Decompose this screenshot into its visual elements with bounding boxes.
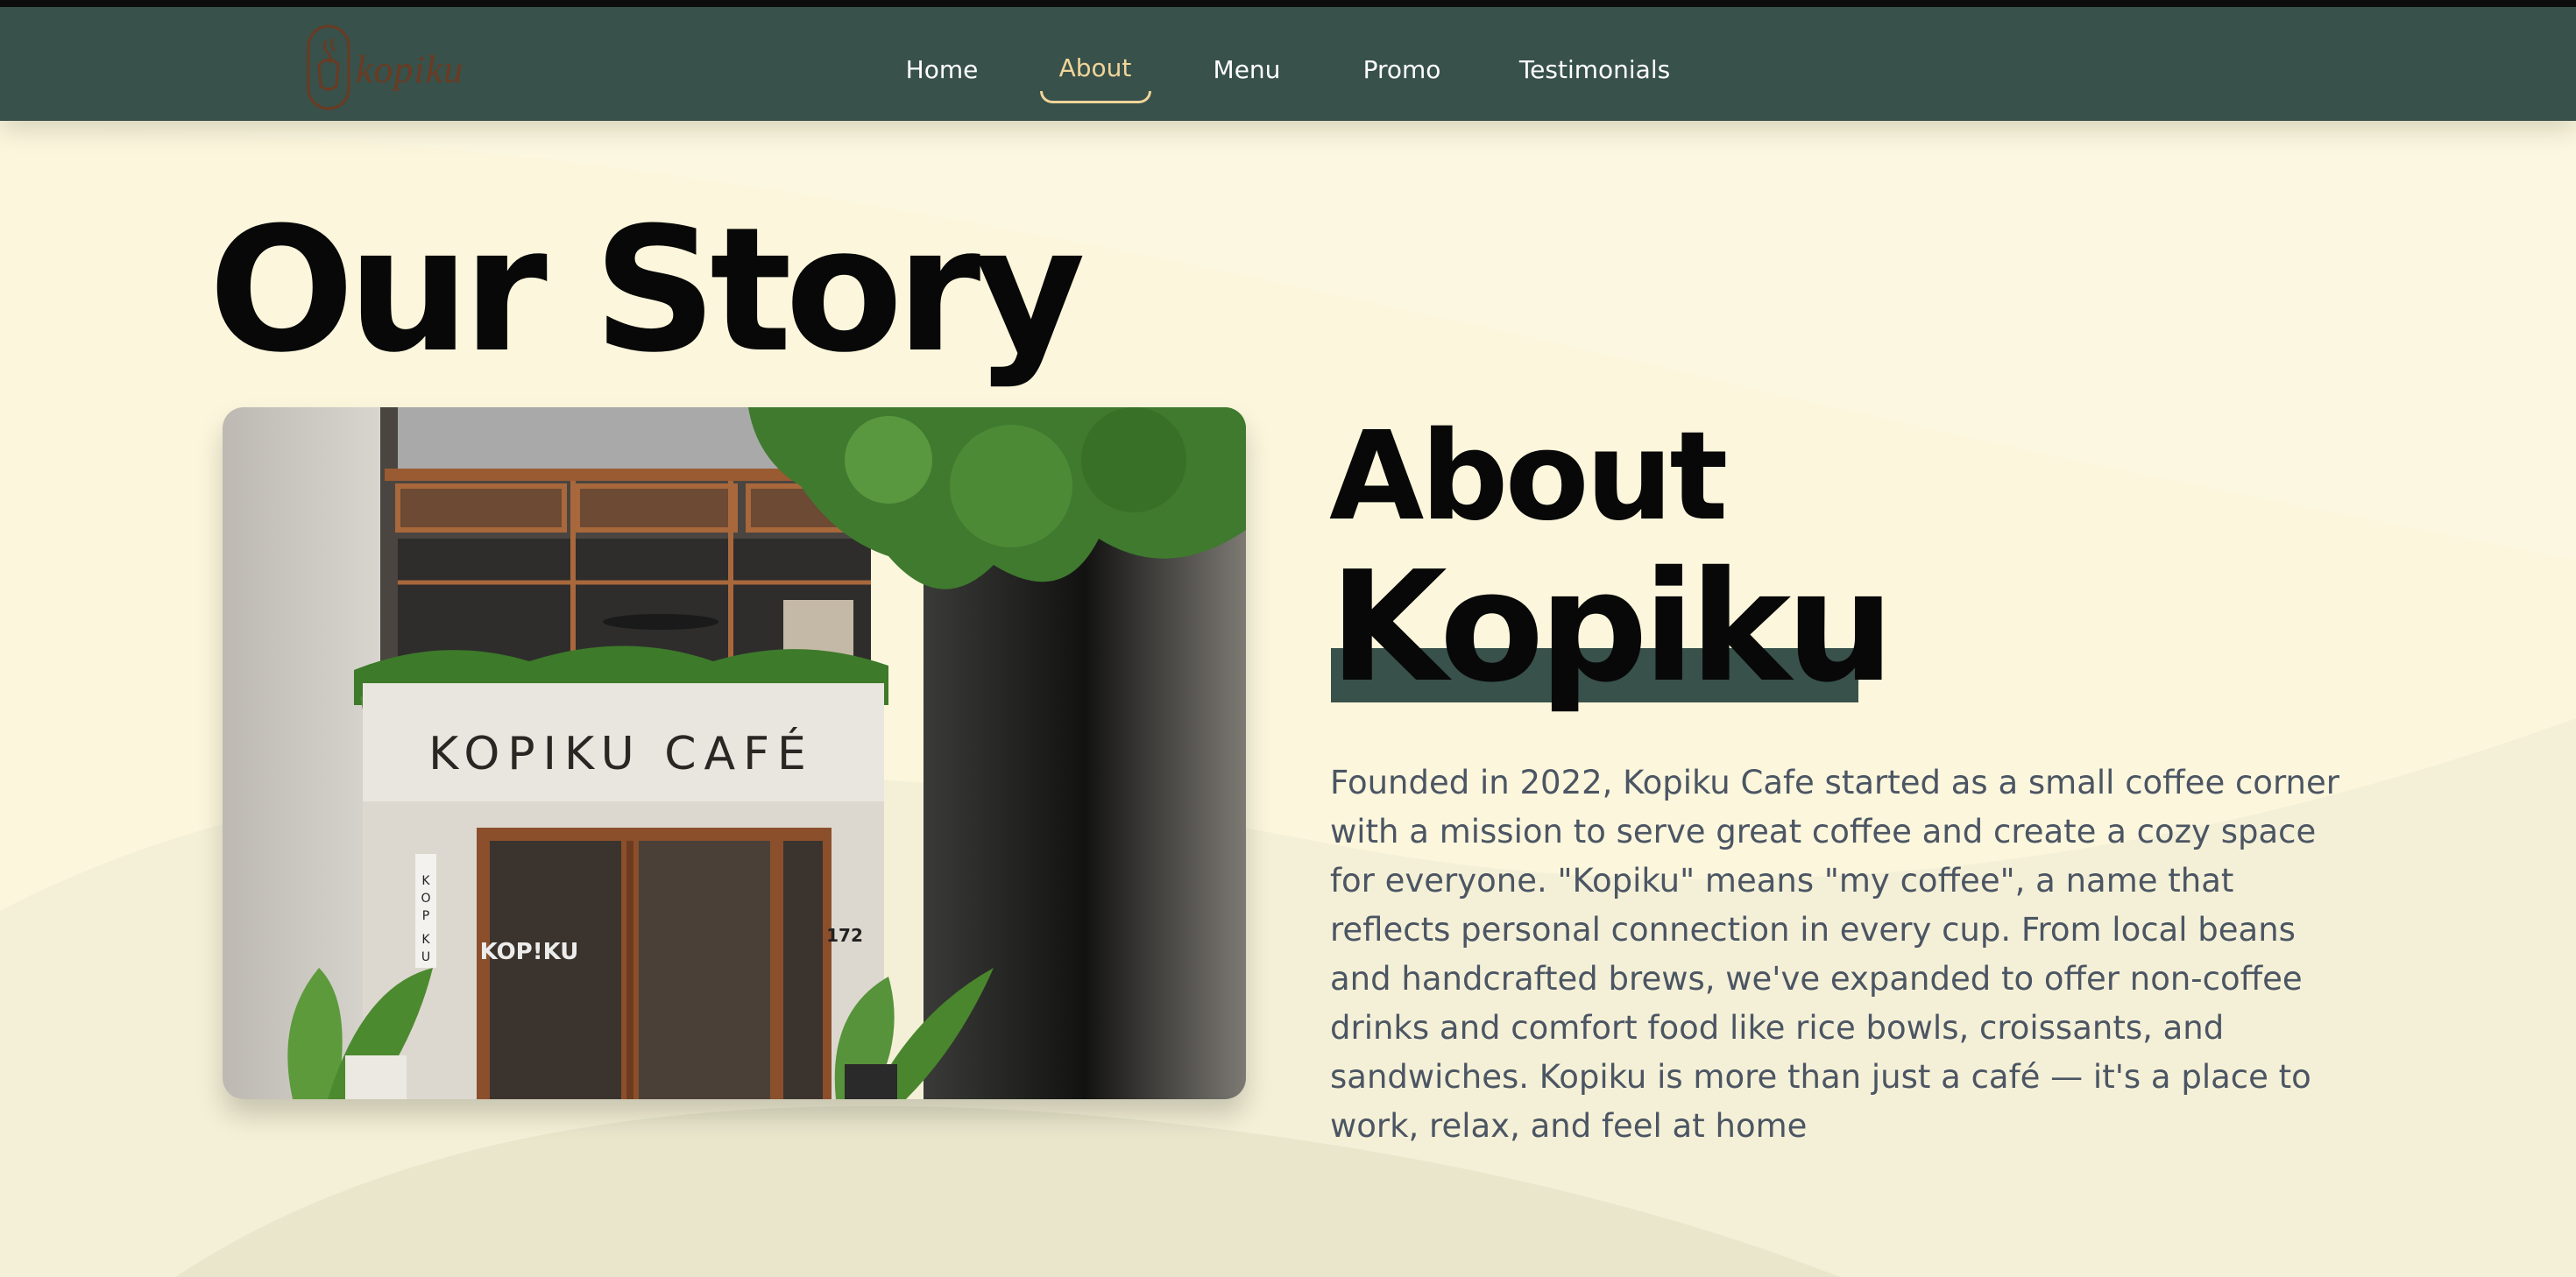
nav-active-indicator — [1040, 91, 1151, 103]
top-navbar: kopiku Home About Menu Promo Testimonial… — [0, 7, 2576, 121]
svg-text:U: U — [421, 950, 430, 964]
about-heading-line2: Kopiku — [1329, 539, 1894, 716]
sign-text: KOPIKU CAFÉ — [428, 727, 814, 780]
our-story-heading: Our Story — [209, 191, 1086, 391]
cafe-storefront-photo: KOPIKU CAFÉ K O P K U KOP!KU 172 — [223, 407, 1246, 1099]
nav-about-link[interactable]: About — [1044, 42, 1146, 95]
nav-menu-link[interactable]: Menu — [1209, 44, 1284, 96]
brand-logo-text: kopiku — [356, 48, 464, 91]
nav-home-link[interactable]: Home — [902, 44, 981, 96]
house-number-text: 172 — [826, 925, 863, 946]
about-heading-line2-wrap: Kopiku — [1329, 539, 1894, 716]
svg-text:K: K — [421, 874, 430, 888]
nav-promo-link[interactable]: Promo — [1358, 44, 1446, 96]
svg-text:K: K — [421, 933, 430, 947]
about-paragraph: Founded in 2022, Kopiku Cafe started as … — [1330, 764, 2339, 1145]
brand-logo[interactable]: kopiku — [303, 21, 470, 114]
nav-testimonials-link[interactable]: Testimonials — [1516, 44, 1674, 96]
about-heading-line1: About — [1329, 406, 1728, 548]
svg-text:P: P — [422, 909, 429, 923]
svg-text:O: O — [421, 892, 430, 906]
top-edge-strip — [0, 0, 2576, 7]
door-logo-text: KOP!KU — [480, 939, 579, 965]
coffee-cup-emblem-icon — [307, 25, 350, 110]
